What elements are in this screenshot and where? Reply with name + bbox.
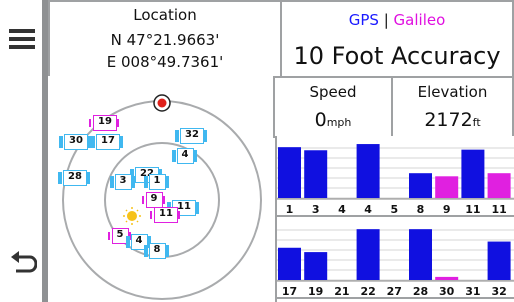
constellation-legend: GPS | Galileo [282,11,512,29]
longitude-value: E 008°49.7361' [106,53,224,71]
sky-satellite-11: 11 [149,207,181,223]
sidebar [0,0,42,302]
latitude-value: N 47°21.9663' [110,31,220,49]
signal-bar-label: 3 [312,203,320,216]
accuracy-panel: GPS | Galileo 10 Foot Accuracy [280,0,514,78]
satellite-id: 4 [176,148,194,164]
location-title: Location [133,6,197,24]
accuracy-value: 10 Foot Accuracy [293,42,501,70]
elevation-readout: 2172ft [393,109,512,131]
satellite-id: 11 [154,207,178,223]
signal-bar-17 [278,247,301,280]
signal-bar-label: 8 [417,203,425,216]
signal-row-divider [277,215,514,217]
signal-strength-panel: 1 3 4 4 5 8 9 11 11 17 19 21 22 27 28 30 31 32 [275,136,514,302]
signal-bar-label: 17 [282,285,297,298]
satellite-id: 9 [145,192,163,208]
signal-bar-label: 1 [286,203,294,216]
signal-row-divider [277,297,514,299]
signal-bar-28 [409,229,432,280]
elevation-title: Elevation [417,83,488,101]
speed-value: 0 [314,109,327,131]
satellite-id: 30 [64,134,88,150]
elevation-unit: ft [472,116,481,129]
sky-satellite-30: 30 [59,134,91,150]
signal-bar-4 [356,144,380,198]
satellite-id: 19 [93,115,117,131]
signal-bar-9 [435,176,459,198]
signal-bar-label: 22 [360,285,375,298]
elevation-panel: Elevation 2172ft [391,76,514,138]
elevation-value: 2172 [424,109,473,131]
sky-satellite-8: 8 [143,243,169,259]
sky-satellite-4: 4 [171,148,197,164]
satellite-id: 32 [180,128,204,144]
signal-bar-label: 5 [390,203,398,216]
sky-satellite-19: 19 [88,115,120,131]
satellite-id: 17 [96,134,120,150]
sun-moon-icon [123,207,144,225]
signal-bar-label: 28 [413,285,428,298]
signal-bar-label: 19 [308,285,323,298]
sky-satellite-32: 32 [175,128,207,144]
sky-satellite-28: 28 [58,170,90,186]
signal-bar-30 [435,276,459,280]
speed-panel: Speed 0mph [273,76,393,138]
sky-satellite-9: 9 [141,192,166,208]
satellite-id: 3 [114,174,132,190]
signal-bar-label: 27 [387,285,402,298]
satellite-id: 28 [63,170,87,186]
satellite-id: 8 [148,243,166,259]
location-panel: Location N 47°21.9663' E 008°49.7361' [48,0,282,78]
signal-bar-3 [304,150,328,198]
speed-title: Speed [309,83,357,101]
signal-bar-1 [278,147,301,198]
sky-satellite-17: 17 [91,134,123,150]
signal-bar-11 [461,149,485,198]
satellite-id: 1 [148,174,166,190]
sky-satellite-1: 1 [143,174,169,190]
galileo-label: Galileo [393,11,446,29]
signal-bar-label: 4 [338,203,346,216]
signal-bar-label: 11 [491,203,506,216]
signal-bar-32 [487,241,511,280]
signal-bar-8 [409,173,432,198]
signal-bar-label: 30 [439,285,455,298]
signal-bar-label: 31 [465,285,480,298]
signal-bar-19 [304,252,328,280]
sky-satellite-3: 3 [109,174,135,190]
legend-separator: | [383,11,389,29]
menu-icon[interactable] [9,27,35,51]
signal-bars-chart: 1 3 4 4 5 8 9 11 11 17 19 21 22 27 28 30 31 32 [277,144,514,299]
signal-bar-label: 21 [334,285,349,298]
speed-readout: 0mph [275,109,391,131]
gps-label: GPS [348,11,379,29]
signal-bar-label: 4 [364,203,372,216]
speed-unit: mph [326,116,352,129]
signal-bar-11 [487,173,511,198]
signal-bar-label: 32 [491,285,506,298]
sky-view: 19 32 30 17 4 28 22 3 1 9 11 11 5 4 8 [48,76,275,302]
signal-bar-22 [356,229,380,280]
signal-bar-label: 9 [443,203,451,216]
back-icon[interactable] [9,251,37,277]
signal-bar-label: 11 [465,203,480,216]
